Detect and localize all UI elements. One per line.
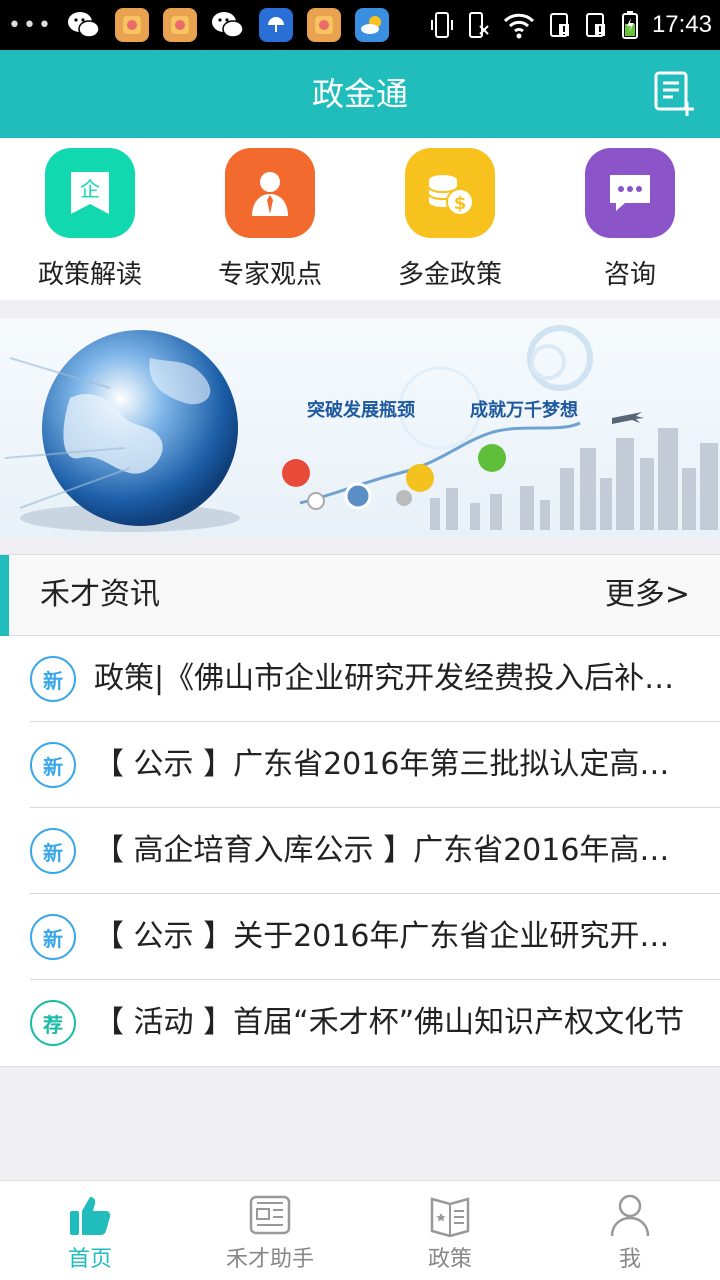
news-list: 新 政策|《佛山市企业研究开发经费投入后补助实施细则》 新 【 公示 】广东省2…: [0, 636, 720, 1067]
document-add-icon[interactable]: [652, 70, 696, 118]
tab-label: 首页: [67, 1247, 112, 1272]
svg-text:$: $: [454, 193, 467, 214]
tab-label: 禾才助手: [225, 1247, 314, 1272]
news-item-title: 【 公示 】广东省2016年第三批拟认定高新技术企业名单: [94, 747, 688, 782]
newspaper-icon: [249, 1195, 291, 1235]
sim-alert-icon: [585, 13, 605, 37]
new-badge: 新: [30, 656, 76, 702]
quick-menu-funding[interactable]: $ 多金政策: [360, 138, 540, 300]
banner-illustration: 突破发展瓶颈 成就万千梦想: [4, 325, 718, 532]
mute-icon: [468, 12, 489, 38]
banner-slogan-right: 成就万千梦想: [470, 399, 578, 421]
news-item-title: 【 公示 】关于2016年广东省企业研究开发省级财政补助: [94, 919, 688, 954]
news-item-title: 【 高企培育入库公示 】广东省2016年高新技术企业培育库: [94, 833, 688, 868]
banner-slogan-left: 突破发展瓶颈: [307, 399, 415, 421]
policy-book-icon: [430, 1197, 470, 1237]
news-item-title: 政策|《佛山市企业研究开发经费投入后补助实施细则》: [94, 661, 688, 696]
quick-menu-expert[interactable]: 专家观点: [180, 138, 360, 300]
person-icon: [610, 1194, 650, 1237]
tab-me[interactable]: 我: [540, 1181, 720, 1280]
quick-menu-policy-reading[interactable]: 企 政策解读: [0, 138, 180, 300]
quick-menu-label: 咨询: [603, 260, 656, 290]
weather-rain-icon: [258, 8, 293, 42]
recommended-badge: 荐: [30, 1000, 76, 1046]
chat-icon: [585, 148, 675, 238]
news-item[interactable]: 新 【 公示 】广东省2016年第三批拟认定高新技术企业名单: [0, 722, 720, 808]
vibrate-icon: [430, 12, 453, 38]
news-item-title: 【 活动 】首届“禾才杯”佛山知识产权文化节: [94, 1005, 685, 1040]
system-icons: 17:43: [430, 8, 712, 42]
news-item[interactable]: 新 【 高企培育入库公示 】广东省2016年高新技术企业培育库: [0, 808, 720, 894]
coins-icon: $: [405, 148, 495, 238]
taobao-app-icon: [162, 8, 197, 42]
svg-text:企: 企: [80, 177, 100, 201]
quick-menu-label: 专家观点: [217, 260, 322, 290]
notification-icons: •••: [8, 8, 389, 42]
bottom-tab-bar: 首页 禾才助手 政策 我: [0, 1180, 720, 1280]
weather-cloud-icon: [354, 8, 389, 42]
battery-charging-icon: [621, 11, 638, 39]
title-bar: 政金通: [0, 50, 720, 138]
clock: 17:43: [651, 11, 712, 38]
tab-home[interactable]: 首页: [0, 1181, 180, 1280]
new-badge: 新: [30, 742, 76, 788]
news-more-link[interactable]: 更多>: [605, 555, 690, 635]
wifi-icon: [503, 13, 534, 39]
quick-menu-label: 政策解读: [37, 260, 142, 290]
expert-icon: [225, 148, 315, 238]
taobao-app-icon: [306, 8, 341, 42]
enterprise-icon: 企: [45, 148, 135, 238]
wechat-icon: [67, 8, 101, 42]
taobao-app-icon: [114, 8, 149, 42]
status-bar: ••• 17:43: [0, 0, 720, 50]
tab-policy[interactable]: 政策: [360, 1181, 540, 1280]
tab-label: 我: [618, 1247, 641, 1272]
quick-menu-consult[interactable]: 咨询: [540, 138, 720, 300]
tab-label: 政策: [427, 1247, 472, 1272]
thumbs-up-icon: [70, 1197, 111, 1235]
page-title: 政金通: [311, 75, 408, 113]
more-notifications-icon: •••: [8, 12, 53, 38]
news-item[interactable]: 新 政策|《佛山市企业研究开发经费投入后补助实施细则》: [0, 636, 720, 722]
new-badge: 新: [30, 828, 76, 874]
news-item[interactable]: 荐 【 活动 】首届“禾才杯”佛山知识产权文化节: [0, 980, 720, 1066]
new-badge: 新: [30, 914, 76, 960]
news-section-header: 禾才资讯 更多>: [0, 554, 720, 637]
tab-assistant[interactable]: 禾才助手: [180, 1181, 360, 1280]
sim-alert-icon: [549, 13, 569, 37]
wechat-icon: [211, 8, 245, 42]
quick-menu: 企 政策解读 专家观点 $ 多金政策 咨询: [0, 138, 720, 300]
section-accent-bar: [0, 555, 9, 637]
news-section-title: 禾才资讯: [40, 577, 160, 612]
quick-menu-label: 多金政策: [397, 260, 502, 290]
news-item[interactable]: 新 【 公示 】关于2016年广东省企业研究开发省级财政补助: [0, 894, 720, 980]
promo-banner[interactable]: 突破发展瓶颈 成就万千梦想: [0, 318, 720, 538]
